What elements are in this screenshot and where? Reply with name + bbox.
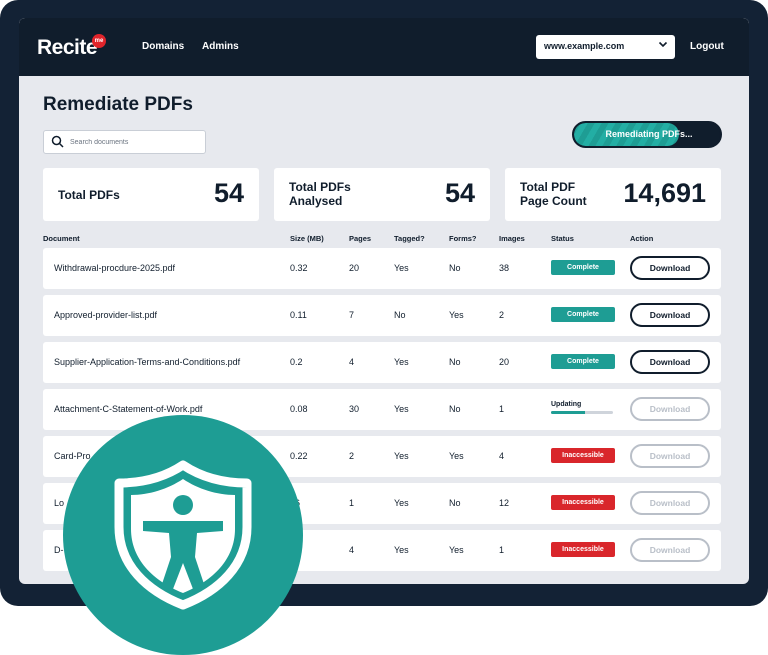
cell-images: 38 — [499, 263, 510, 273]
cell-images: 4 — [499, 451, 505, 461]
cell-tagged: Yes — [394, 498, 409, 508]
cell-forms: Yes — [449, 451, 464, 461]
stat-card-total-pdfs: Total PDFs 54 — [43, 168, 259, 221]
table-row: Supplier-Application-Terms-and-Condition… — [43, 342, 721, 383]
cell-document: Card-Pro — [54, 451, 91, 461]
cell-pages: 7 — [349, 310, 355, 320]
status-badge: Complete — [551, 307, 615, 322]
cell-pages: 1 — [349, 498, 355, 508]
cell-tagged: Yes — [394, 357, 409, 367]
cell-tagged: Yes — [394, 404, 409, 414]
column-header-status[interactable]: Status — [551, 234, 574, 243]
column-header-action: Action — [630, 234, 654, 243]
status-badge: Inaccessible — [551, 542, 615, 557]
cell-document: D- — [54, 545, 64, 555]
column-header-tagged[interactable]: Tagged? — [394, 234, 425, 243]
stat-value: 54 — [444, 178, 475, 208]
stat-card-page-count: Total PDF Page Count 14,691 — [505, 168, 721, 221]
status-label: Updating — [551, 401, 582, 408]
status-progress-fill — [551, 411, 586, 414]
stat-label: Total PDFs — [58, 188, 120, 202]
remediation-progress: Remediating PDFs... — [572, 121, 722, 148]
logo[interactable]: Recite — [37, 36, 98, 60]
cell-pages: 2 — [349, 451, 355, 461]
stat-label-line: Total PDF — [520, 180, 576, 194]
domain-select-value: www.example.com — [544, 41, 625, 51]
cell-images: 12 — [499, 498, 510, 508]
remediation-progress-label: Remediating PDFs... — [605, 129, 693, 139]
cell-size: 0.32 — [290, 263, 308, 273]
cell-forms: No — [449, 404, 461, 414]
table-row: Approved-provider-list.pdf 0.11 7 No Yes 2 Com… — [43, 295, 721, 336]
search-box[interactable] — [43, 130, 206, 154]
column-header-images[interactable]: Images — [499, 234, 525, 243]
chevron-down-icon — [658, 39, 668, 52]
cell-size: 0.11 — [290, 310, 307, 320]
cell-forms: No — [449, 357, 461, 367]
cell-forms: Yes — [449, 310, 464, 320]
top-nav-bar: Recite me Domains Admins www.example.com… — [19, 18, 749, 76]
cell-document: Approved-provider-list.pdf — [54, 310, 158, 320]
cell-forms: No — [449, 498, 461, 508]
cell-tagged: No — [394, 310, 406, 320]
search-icon — [51, 135, 64, 148]
cell-document: Attachment-C-Statement-of-Work.pdf — [54, 404, 203, 414]
stat-label-line: Page Count — [520, 194, 587, 208]
download-button[interactable]: Download — [630, 491, 710, 515]
column-header-size[interactable]: Size (MB) — [290, 234, 324, 243]
cell-tagged: Yes — [394, 451, 409, 461]
cell-size: 0.22 — [290, 451, 308, 461]
page-title: Remediate PDFs — [43, 94, 193, 115]
download-button[interactable]: Download — [630, 303, 710, 327]
stat-label: Total PDFs Analysed — [289, 180, 351, 208]
status-updating: Updating — [551, 401, 615, 414]
search-input[interactable] — [70, 135, 200, 149]
status-badge: Inaccessible — [551, 448, 615, 463]
table-header: Document Size (MB) Pages Tagged? Forms? … — [19, 234, 749, 246]
cell-size: 0.08 — [290, 404, 308, 414]
cell-pages: 4 — [349, 545, 355, 555]
download-button[interactable]: Download — [630, 350, 710, 374]
status-badge: Inaccessible — [551, 495, 615, 510]
table-row: Withdrawal-procdure-2025.pdf 0.32 20 Yes No 3… — [43, 248, 721, 289]
cell-images: 20 — [499, 357, 510, 367]
cell-document: Supplier-Application-Terms-and-Condition… — [54, 357, 241, 367]
status-badge: Complete — [551, 260, 615, 275]
cell-tagged: Yes — [394, 545, 409, 555]
nav-domains[interactable]: Domains — [142, 41, 184, 52]
column-header-document[interactable]: Document — [43, 234, 80, 243]
stat-label: Total PDF Page Count — [520, 180, 587, 208]
domain-select[interactable]: www.example.com — [536, 35, 675, 59]
cell-images: 1 — [499, 404, 505, 414]
accessibility-shield-icon — [114, 460, 252, 610]
cell-tagged: Yes — [394, 263, 409, 273]
stat-label-line: Total PDFs — [289, 180, 351, 194]
status-progress-bar — [551, 411, 613, 414]
column-header-pages[interactable]: Pages — [349, 234, 371, 243]
status-badge: Complete — [551, 354, 615, 369]
stat-card-total-analysed: Total PDFs Analysed 54 — [274, 168, 490, 221]
cell-document: Lo — [54, 498, 65, 508]
cell-images: 1 — [499, 545, 505, 555]
download-button[interactable]: Download — [630, 444, 710, 468]
stat-value: 14,691 — [623, 178, 706, 208]
accessibility-badge — [63, 415, 303, 655]
cell-size: 0.2 — [290, 357, 303, 367]
logo-badge: me — [92, 34, 106, 48]
column-header-forms[interactable]: Forms? — [449, 234, 477, 243]
nav-admins[interactable]: Admins — [202, 41, 239, 52]
stat-label-line: Analysed — [289, 194, 343, 208]
cell-forms: Yes — [449, 545, 464, 555]
cell-images: 2 — [499, 310, 505, 320]
cell-pages: 30 — [349, 404, 360, 414]
stat-value: 54 — [213, 178, 244, 208]
logout-link[interactable]: Logout — [690, 41, 724, 52]
cell-forms: No — [449, 263, 461, 273]
cell-document: Withdrawal-procdure-2025.pdf — [54, 263, 176, 273]
download-button[interactable]: Download — [630, 256, 710, 280]
cell-pages: 4 — [349, 357, 355, 367]
download-button[interactable]: Download — [630, 397, 710, 421]
cell-pages: 20 — [349, 263, 360, 273]
download-button[interactable]: Download — [630, 538, 710, 562]
